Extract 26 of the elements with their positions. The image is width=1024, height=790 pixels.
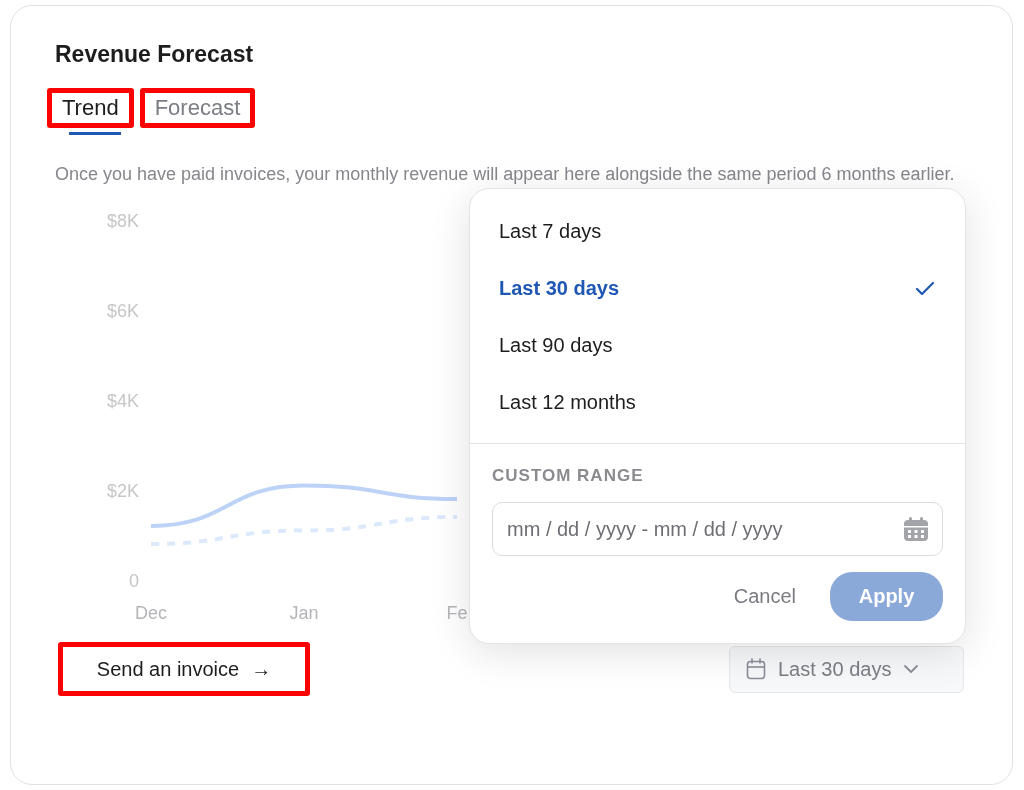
tab[interactable]: Trend — [47, 88, 134, 128]
axis-label: $6K — [106, 301, 139, 321]
card-title: Revenue Forecast — [55, 40, 255, 68]
date-range-field[interactable]: mm / dd / yyyy - mm / dd / yyyy — [492, 502, 943, 556]
date-range-button[interactable]: Last 30 days — [729, 645, 964, 693]
send-invoice-button[interactable]: Send an invoice → — [58, 642, 310, 696]
cancel-button[interactable]: Cancel — [723, 577, 806, 616]
menu-item[interactable]: Last 90 days — [470, 317, 965, 374]
menu-item[interactable]: Last 30 days — [470, 260, 965, 317]
menu-item[interactable]: Last 7 days — [470, 203, 965, 260]
axis-label: Fe — [446, 603, 468, 623]
active-tab-indicator — [69, 132, 121, 135]
section-heading: CUSTOM RANGE — [492, 466, 645, 486]
check-icon — [915, 280, 935, 297]
tab[interactable]: Forecast — [139, 88, 256, 128]
axis-label: $2K — [106, 481, 139, 501]
axis-label: Dec — [135, 603, 167, 623]
axis-label: $4K — [106, 391, 139, 411]
axis-label: Jan — [289, 603, 319, 623]
description: Once you have paid invoices, your monthly revenue will appear here alongside the same period 6 months earlier. — [55, 163, 956, 186]
chevron-down-icon — [903, 664, 920, 674]
calendar-icon — [746, 658, 766, 680]
calendar-icon — [903, 516, 929, 542]
menu-item[interactable]: Last 12 months — [470, 374, 965, 431]
axis-label: $8K — [106, 211, 139, 231]
axis-label: 0 — [129, 571, 139, 591]
